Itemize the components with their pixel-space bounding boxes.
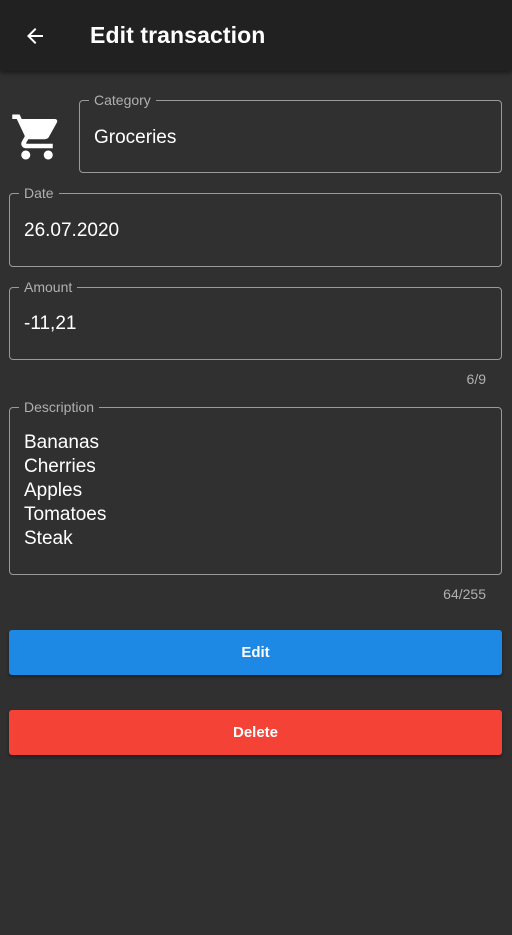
category-value: Groceries bbox=[94, 127, 177, 148]
description-line: Tomatoes bbox=[24, 504, 107, 525]
shopping-cart-icon bbox=[12, 114, 58, 160]
amount-label: Amount bbox=[19, 279, 78, 295]
category-label: Category bbox=[89, 92, 156, 108]
description-line: Steak bbox=[24, 528, 73, 549]
amount-char-counter: 6/9 bbox=[466, 371, 486, 387]
description-field[interactable]: Description Bananas Cherries Apples Toma… bbox=[9, 399, 502, 575]
page-title: Edit transaction bbox=[90, 22, 266, 48]
amount-field[interactable]: Amount -11,21 bbox=[9, 279, 502, 360]
date-label: Date bbox=[19, 185, 59, 201]
edit-transaction-screen: Edit transaction Category Groceries Date… bbox=[0, 0, 512, 935]
description-char-counter: 64/255 bbox=[443, 586, 486, 602]
arrow-left-icon bbox=[27, 28, 43, 44]
amount-value: -11,21 bbox=[24, 313, 77, 334]
description-line: Bananas bbox=[24, 432, 100, 453]
description-text: Bananas Cherries Apples Tomatoes Steak bbox=[24, 431, 106, 551]
edit-button[interactable]: Edit bbox=[9, 630, 502, 675]
description-line: Cherries bbox=[24, 456, 96, 477]
date-value: 26.07.2020 bbox=[24, 220, 120, 241]
date-field[interactable]: Date 26.07.2020 bbox=[9, 185, 502, 267]
description-line: Apples bbox=[24, 480, 83, 501]
delete-button[interactable]: Delete bbox=[9, 710, 502, 755]
category-field[interactable]: Category Groceries bbox=[79, 92, 502, 173]
description-label: Description bbox=[19, 399, 100, 415]
back-button[interactable] bbox=[14, 15, 56, 57]
app-bar: Edit transaction bbox=[0, 0, 512, 71]
